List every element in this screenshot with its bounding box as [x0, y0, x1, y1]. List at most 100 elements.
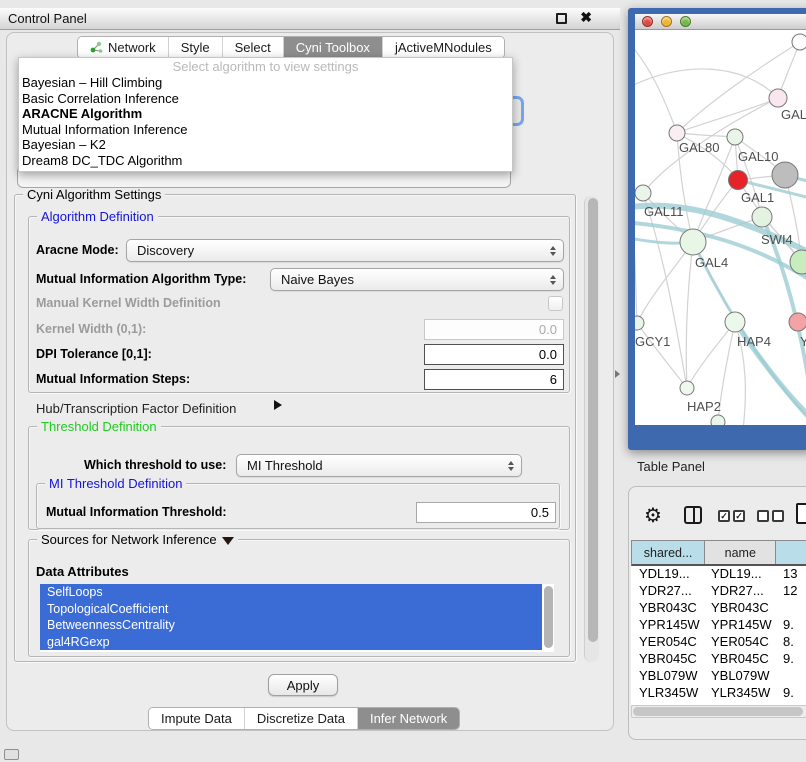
- attribute-item-selected[interactable]: gal4RGexp: [40, 634, 542, 651]
- control-panel-titlebar: Control Panel ✖: [0, 8, 620, 30]
- network-node[interactable]: [789, 313, 806, 331]
- sources-group-title[interactable]: Sources for Network Inference: [37, 532, 238, 547]
- zoom-traffic-light-icon[interactable]: [680, 16, 691, 27]
- checked-checkbox-icon[interactable]: ✓: [733, 510, 745, 522]
- table-row[interactable]: YBL079WYBL079W: [631, 668, 806, 685]
- columns-icon[interactable]: [684, 506, 702, 524]
- page-icon[interactable]: [796, 503, 806, 524]
- node-label: GCY1: [635, 334, 670, 349]
- attribute-item-selected[interactable]: BetweennessCentrality: [40, 617, 542, 634]
- data-attributes-label: Data Attributes: [36, 564, 129, 579]
- minimize-traffic-light-icon[interactable]: [661, 16, 672, 27]
- tab-network[interactable]: Network: [78, 37, 169, 58]
- node-label: GAL80: [679, 140, 719, 155]
- control-panel-tabs: Network Style Select Cyni Toolbox jActiv…: [77, 36, 505, 59]
- hub-definition-label[interactable]: Hub/Transcription Factor Definition: [36, 401, 236, 416]
- tab-impute-data[interactable]: Impute Data: [149, 708, 245, 729]
- tab-select[interactable]: Select: [223, 37, 284, 58]
- unchecked-checkbox-icon[interactable]: [757, 510, 769, 522]
- column-header-shared-name[interactable]: shared...: [632, 541, 705, 564]
- table-hscrollbar[interactable]: [631, 705, 806, 718]
- mi-steps-label: Mutual Information Steps:: [36, 372, 190, 386]
- dropdown-item[interactable]: Mutual Information Inference: [19, 122, 512, 138]
- minimized-panel-icon[interactable]: [4, 749, 19, 760]
- combo-stepper-icon: [550, 246, 556, 256]
- table-row[interactable]: YER054CYER054C8.: [631, 634, 806, 651]
- apply-button[interactable]: Apply: [268, 674, 338, 696]
- network-node-hap4[interactable]: [725, 312, 745, 332]
- dropdown-item[interactable]: Basic Correlation Inference: [19, 91, 512, 107]
- dropdown-item[interactable]: Bayesian – K2: [19, 137, 512, 153]
- unchecked-checkbox-icon[interactable]: [772, 510, 784, 522]
- table-row[interactable]: YDL19...YDL19...13: [631, 566, 806, 583]
- network-node[interactable]: [772, 162, 798, 188]
- column-header-partial[interactable]: [776, 541, 806, 564]
- mi-algorithm-type-combo[interactable]: Naive Bayes: [270, 268, 564, 291]
- network-node-gal4[interactable]: [680, 229, 706, 255]
- manual-kernel-checkbox[interactable]: [548, 296, 563, 311]
- dpi-tolerance-field[interactable]: 0.0: [424, 344, 564, 365]
- node-label: GAL: [781, 107, 806, 122]
- combo-stepper-icon: [550, 275, 556, 285]
- dropdown-item[interactable]: Bayesian – Hill Climbing: [19, 75, 512, 91]
- threshold-definition-title: Threshold Definition: [37, 419, 161, 434]
- checked-checkbox-icon[interactable]: ✓: [718, 510, 730, 522]
- dropdown-item[interactable]: Dream8 DC_TDC Algorithm: [19, 153, 512, 169]
- which-threshold-label: Which threshold to use:: [84, 458, 226, 472]
- network-node-gal11[interactable]: [635, 185, 651, 201]
- tab-jactivemnodules[interactable]: jActiveMNodules: [383, 37, 504, 58]
- column-header-name[interactable]: name: [705, 541, 776, 564]
- node-label: Y: [800, 334, 806, 349]
- node-label: GAL11: [644, 204, 684, 219]
- node-label: HAP4: [737, 334, 771, 349]
- algorithm-definition-title: Algorithm Definition: [37, 209, 158, 224]
- node-label: HAP2: [687, 399, 721, 414]
- tab-style[interactable]: Style: [169, 37, 223, 58]
- attribute-item-selected[interactable]: TopologicalCoefficient: [40, 601, 542, 618]
- which-threshold-combo[interactable]: MI Threshold: [236, 454, 522, 477]
- network-node[interactable]: [711, 415, 725, 425]
- dropdown-item-selected[interactable]: ARACNE Algorithm: [19, 106, 512, 122]
- network-view-window[interactable]: GAL GAL80 GAL10 GAL1 GAL11 SWI4 GAL4 GCY…: [628, 8, 806, 450]
- node-label: GAL4: [695, 255, 728, 270]
- network-window-titlebar[interactable]: [635, 14, 806, 30]
- network-node-hap2[interactable]: [680, 381, 694, 395]
- mi-threshold-group-title: MI Threshold Definition: [45, 476, 186, 491]
- close-traffic-light-icon[interactable]: [642, 16, 653, 27]
- mi-steps-field[interactable]: 6: [424, 369, 564, 390]
- panel-splitter-handle[interactable]: [615, 370, 620, 378]
- tab-cyni-toolbox[interactable]: Cyni Toolbox: [284, 37, 383, 58]
- table-row[interactable]: YBR043CYBR043C: [631, 600, 806, 617]
- network-node-swi4[interactable]: [752, 207, 772, 227]
- network-canvas[interactable]: GAL GAL80 GAL10 GAL1 GAL11 SWI4 GAL4 GCY…: [635, 30, 806, 425]
- node-label: SWI4: [761, 232, 793, 247]
- close-icon[interactable]: ✖: [580, 9, 592, 26]
- table-row[interactable]: YDR27...YDR27...12: [631, 583, 806, 600]
- table-row[interactable]: YBR045CYBR045C9.: [631, 651, 806, 668]
- tab-infer-network[interactable]: Infer Network: [358, 708, 459, 729]
- hub-expand-arrow-icon[interactable]: [274, 400, 282, 410]
- table-panel-title: Table Panel: [637, 459, 705, 474]
- kernel-width-field[interactable]: 0.0: [424, 319, 564, 340]
- tab-discretize-data[interactable]: Discretize Data: [245, 708, 358, 729]
- network-node-gcy1[interactable]: [635, 316, 644, 330]
- table-row[interactable]: YLR345WYLR345W9.: [631, 685, 806, 702]
- network-node-gal80[interactable]: [669, 125, 685, 141]
- table-hscrollbar-thumb[interactable]: [633, 707, 803, 716]
- mi-threshold-field[interactable]: 0.5: [416, 502, 556, 523]
- attribute-item-selected[interactable]: SelfLoops: [40, 584, 542, 601]
- manual-kernel-label: Manual Kernel Width Definition: [36, 296, 221, 310]
- gear-icon[interactable]: ⚙: [644, 503, 662, 528]
- settings-scrollbar-track[interactable]: [584, 196, 599, 662]
- tab-network-label: Network: [108, 40, 156, 55]
- network-node-gal1[interactable]: [729, 171, 748, 190]
- network-node[interactable]: [792, 34, 806, 50]
- aracne-mode-combo[interactable]: Discovery: [126, 239, 564, 262]
- network-node[interactable]: [769, 89, 787, 107]
- dropdown-placeholder: Select algorithm to view settings: [19, 58, 512, 75]
- settings-scrollbar-thumb[interactable]: [588, 198, 598, 642]
- float-window-icon[interactable]: [556, 13, 567, 24]
- table-row[interactable]: YPR145WYPR145W9.: [631, 617, 806, 634]
- list-scrollbar[interactable]: [544, 586, 553, 648]
- network-node-gal10[interactable]: [727, 129, 743, 145]
